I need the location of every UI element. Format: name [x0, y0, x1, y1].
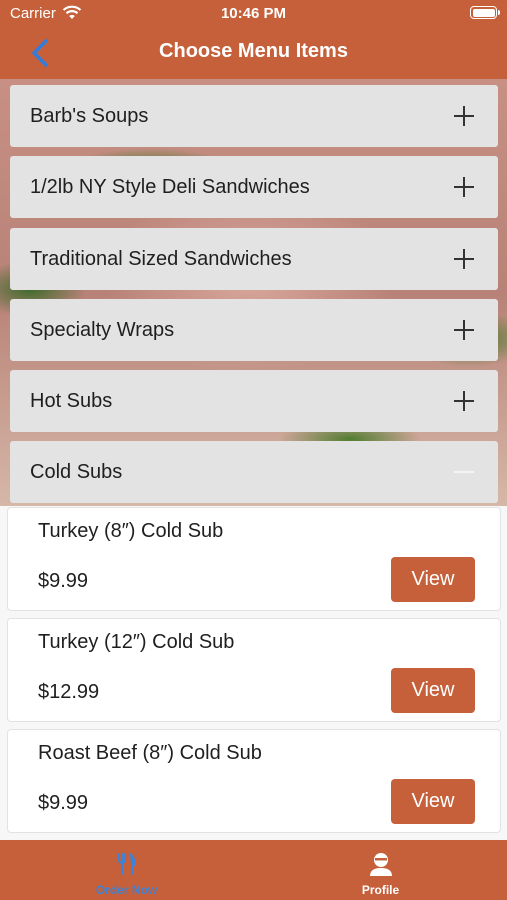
menu-item-list: Turkey (8″) Cold Sub $9.99 View Turkey (… [0, 506, 507, 840]
item-price: $12.99 [38, 681, 100, 703]
clock-time: 10:46 PM [220, 5, 287, 22]
tab-label: Order Now [95, 883, 158, 897]
view-button[interactable]: View [391, 779, 475, 824]
battery-icon [470, 6, 500, 19]
plus-icon[interactable] [454, 320, 474, 340]
tab-profile[interactable]: Profile [254, 840, 507, 900]
plus-icon[interactable] [454, 391, 474, 411]
tab-order-now[interactable]: Order Now [0, 840, 253, 900]
category-cold-subs[interactable]: Cold Subs [10, 441, 498, 503]
item-price: $9.99 [38, 792, 89, 814]
plus-icon[interactable] [454, 106, 474, 126]
category-label: Traditional Sized Sandwiches [30, 248, 292, 270]
category-label: Hot Subs [30, 390, 113, 412]
plus-icon[interactable] [454, 249, 474, 269]
item-name: Turkey (8″) Cold Sub [38, 520, 224, 542]
status-bar: Carrier 10:46 PM [0, 0, 507, 28]
category-label: Specialty Wraps [30, 319, 175, 341]
category-label: Barb's Soups [30, 105, 149, 127]
view-button[interactable]: View [391, 668, 475, 713]
category-hot-subs[interactable]: Hot Subs [10, 370, 498, 432]
utensils-icon [114, 851, 140, 877]
category-traditional-sandwiches[interactable]: Traditional Sized Sandwiches [10, 228, 498, 290]
list-item: Roast Beef (8″) Cold Sub $9.99 View [7, 729, 501, 833]
item-name: Turkey (12″) Cold Sub [38, 631, 235, 653]
category-specialty-wraps[interactable]: Specialty Wraps [10, 299, 498, 361]
list-item: Turkey (12″) Cold Sub $12.99 View [7, 618, 501, 722]
tab-label: Profile [361, 883, 400, 897]
category-barbs-soups[interactable]: Barb's Soups [10, 85, 498, 147]
category-label: 1/2lb NY Style Deli Sandwiches [30, 176, 310, 198]
item-name: Roast Beef (8″) Cold Sub [38, 742, 262, 764]
top-bar: Carrier 10:46 PM Choose Menu Items [0, 0, 507, 79]
minus-icon[interactable] [454, 462, 474, 482]
page-title: Choose Menu Items [159, 40, 348, 62]
list-item: Turkey (8″) Cold Sub $9.99 View [7, 507, 501, 611]
item-price: $9.99 [38, 570, 89, 592]
view-button[interactable]: View [391, 557, 475, 602]
category-deli-sandwiches[interactable]: 1/2lb NY Style Deli Sandwiches [10, 156, 498, 218]
category-label: Cold Subs [30, 461, 123, 483]
tab-bar: Order Now Profile [0, 840, 507, 900]
navigation-bar: Choose Menu Items [0, 28, 507, 79]
plus-icon[interactable] [454, 177, 474, 197]
person-icon [368, 851, 394, 877]
